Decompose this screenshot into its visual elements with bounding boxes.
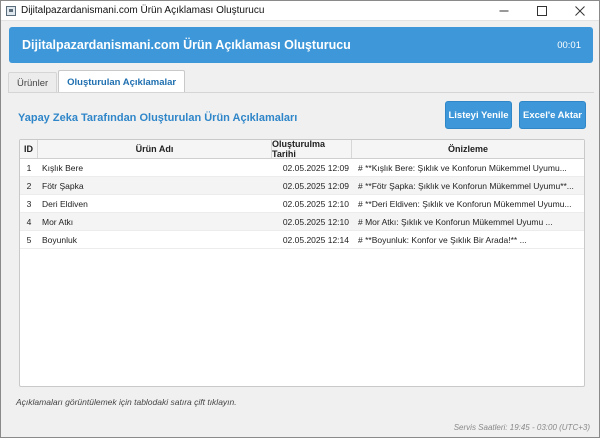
table-row[interactable]: 4 Mor Atkı 02.05.2025 12:10 # Mor Atkı: … xyxy=(20,213,584,231)
cell-preview: # **Kışlık Bere: Şıklık ve Konforun Müke… xyxy=(358,162,567,173)
cell-preview: # Mor Atkı: Şıklık ve Konforun Mükemmel … xyxy=(358,216,553,227)
table-hint: Açıklamaları görüntülemek için tablodaki… xyxy=(16,397,237,407)
column-header-name[interactable]: Ürün Adı xyxy=(38,140,272,158)
cell-date: 02.05.2025 12:14 xyxy=(282,234,349,245)
tab-urunler[interactable]: Ürünler xyxy=(8,72,58,93)
section-title: Yapay Zeka Tarafından Oluşturulan Ürün A… xyxy=(18,112,298,124)
tab-bar: Ürünler Oluşturulan Açıklamalar xyxy=(8,70,186,93)
cell-name: Kışlık Bere xyxy=(42,162,84,173)
cell-preview: # **Fötr Şapka: Şıklık ve Konforun Mükem… xyxy=(358,180,574,191)
title-bar: Dijitalpazardanismani.com Ürün Açıklamas… xyxy=(1,1,599,21)
table-body: 1 Kışlık Bere 02.05.2025 12:09 # **Kışlı… xyxy=(20,159,584,249)
cell-date: 02.05.2025 12:10 xyxy=(282,216,349,227)
maximize-icon[interactable] xyxy=(523,1,561,21)
cell-id: 1 xyxy=(26,162,32,173)
column-header-date[interactable]: Oluşturulma Tarihi xyxy=(272,139,352,159)
minimize-icon[interactable] xyxy=(485,1,523,21)
app-header: Dijitalpazardanismani.com Ürün Açıklamas… xyxy=(9,27,593,63)
cell-id: 5 xyxy=(26,234,32,245)
table-row[interactable]: 2 Fötr Şapka 02.05.2025 12:09 # **Fötr Ş… xyxy=(20,177,584,195)
service-hours: Servis Saatleri: 19:45 - 03:00 (UTC+3) xyxy=(453,423,590,432)
table-row[interactable]: 3 Deri Eldiven 02.05.2025 12:10 # **Deri… xyxy=(20,195,584,213)
close-icon[interactable] xyxy=(561,1,599,21)
cell-id: 2 xyxy=(26,180,32,191)
window-title: Dijitalpazardanismani.com Ürün Açıklamas… xyxy=(21,5,265,16)
cell-preview: # **Boyunluk: Konfor ve Şıklık Bir Arada… xyxy=(358,234,527,245)
cell-id: 3 xyxy=(26,198,32,209)
refresh-list-button[interactable]: Listeyi Yenile xyxy=(445,101,512,129)
table-row[interactable]: 5 Boyunluk 02.05.2025 12:14 # **Boyunluk… xyxy=(20,231,584,249)
window-controls xyxy=(485,1,599,21)
cell-date: 02.05.2025 12:10 xyxy=(282,198,349,209)
tab-olusturulan-aciklamalar[interactable]: Oluşturulan Açıklamalar xyxy=(58,70,186,93)
cell-name: Boyunluk xyxy=(42,234,77,245)
column-header-preview[interactable]: Önizleme xyxy=(352,140,584,158)
cell-name: Mor Atkı xyxy=(42,216,74,227)
table-header: ID Ürün Adı Oluşturulma Tarihi Önizleme xyxy=(20,139,584,159)
app-window: Dijitalpazardanismani.com Ürün Açıklamas… xyxy=(0,0,600,438)
column-header-id[interactable]: ID xyxy=(20,140,38,158)
header-title: Dijitalpazardanismani.com Ürün Açıklamas… xyxy=(22,38,351,52)
cell-id: 4 xyxy=(26,216,32,227)
table-row[interactable]: 1 Kışlık Bere 02.05.2025 12:09 # **Kışlı… xyxy=(20,159,584,177)
descriptions-panel: Yapay Zeka Tarafından Oluşturulan Ürün A… xyxy=(8,92,594,394)
cell-preview: # **Deri Eldiven: Şıklık ve Konforun Mük… xyxy=(358,198,572,209)
cell-date: 02.05.2025 12:09 xyxy=(282,180,349,191)
cell-name: Deri Eldiven xyxy=(42,198,88,209)
header-timer: 00:01 xyxy=(557,39,581,51)
descriptions-table: ID Ürün Adı Oluşturulma Tarihi Önizleme … xyxy=(19,139,585,387)
cell-name: Fötr Şapka xyxy=(42,180,84,191)
app-icon xyxy=(6,5,16,16)
cell-date: 02.05.2025 12:09 xyxy=(282,162,349,173)
export-excel-button[interactable]: Excel'e Aktar xyxy=(519,101,586,129)
